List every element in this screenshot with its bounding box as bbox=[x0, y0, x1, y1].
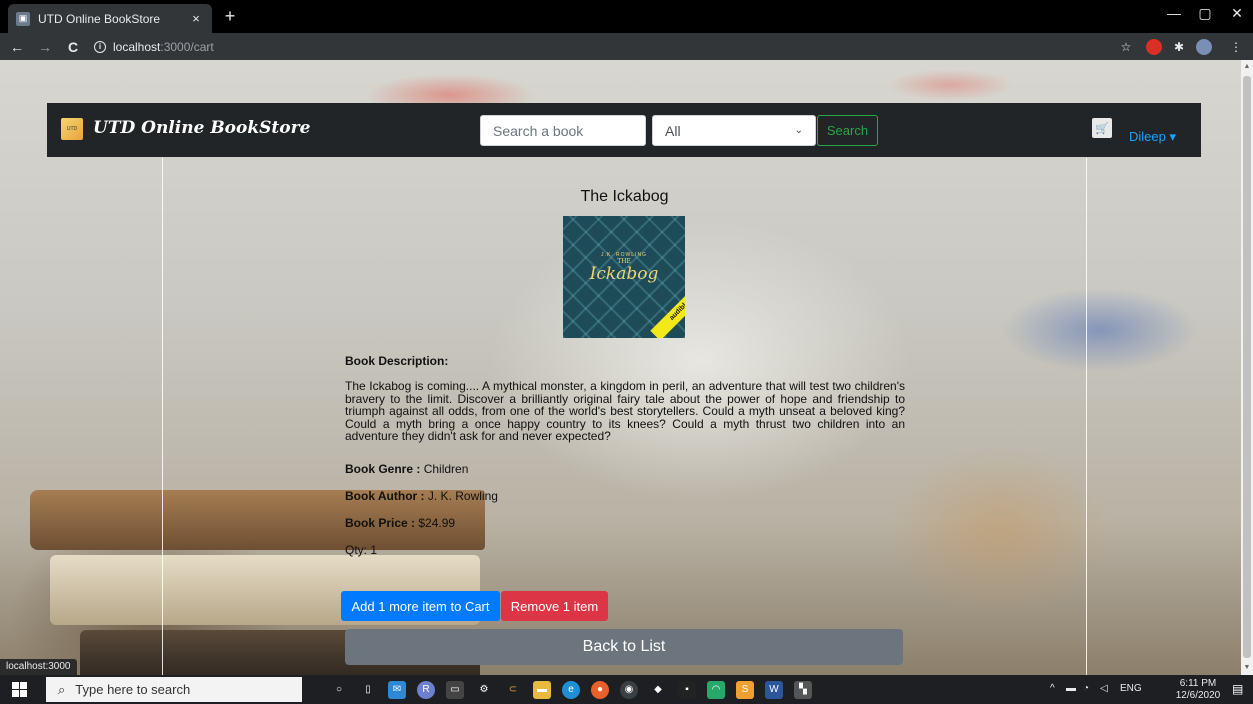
cover-title-text: Ickabog bbox=[589, 264, 659, 284]
taskbar-search-placeholder: Type here to search bbox=[75, 682, 191, 697]
user-dropdown[interactable]: Dileep ▾ bbox=[1129, 129, 1176, 145]
genre-selected-value: All bbox=[665, 122, 681, 139]
book-description: The Ickabog is coming.... A mythical mon… bbox=[345, 379, 905, 444]
page-scrollbar[interactable]: ▲ ▼ bbox=[1241, 60, 1253, 675]
maximize-button[interactable]: ▢ bbox=[1190, 5, 1220, 22]
new-tab-button[interactable]: + bbox=[219, 5, 241, 27]
wifi-icon[interactable]: ◔ bbox=[1083, 683, 1089, 694]
back-icon[interactable]: ← bbox=[6, 39, 28, 55]
price-value: $24.99 bbox=[418, 516, 456, 530]
browser-toolbar: ← → C i localhost:3000/cart bbox=[0, 33, 1253, 60]
remove-item-button[interactable]: Remove 1 item bbox=[501, 591, 608, 621]
windows-start-icon[interactable] bbox=[12, 682, 27, 697]
info-icon[interactable]: i bbox=[94, 40, 106, 53]
url-bar[interactable]: i localhost:3000/cart bbox=[94, 37, 1104, 56]
scroll-thumb[interactable] bbox=[1243, 76, 1251, 658]
genre-line: Book Genre : Children bbox=[345, 462, 468, 476]
clock-time: 6:11 PM bbox=[1179, 678, 1217, 689]
genre-label: Book Genre : bbox=[345, 462, 421, 476]
genre-value: Children bbox=[423, 462, 469, 476]
author-line: Book Author : J. K. Rowling bbox=[345, 489, 498, 503]
mail-icon[interactable]: ✉ bbox=[388, 681, 406, 699]
url-host: localhost bbox=[113, 39, 161, 54]
cmd-icon[interactable]: ▪ bbox=[678, 681, 696, 699]
terminal-icon[interactable]: ▭ bbox=[446, 681, 464, 699]
brand-name[interactable]: UTD Online BookStore bbox=[93, 118, 310, 138]
tray-arrow-icon[interactable]: ^ bbox=[1050, 683, 1055, 694]
scroll-down-icon[interactable]: ▼ bbox=[1241, 661, 1253, 675]
sublime-icon[interactable]: S bbox=[736, 681, 754, 699]
price-label: Book Price : bbox=[345, 516, 416, 530]
cortana-icon[interactable]: ○ bbox=[330, 681, 348, 699]
tab-close-icon[interactable]: × bbox=[188, 11, 204, 26]
price-line: Book Price : $24.99 bbox=[345, 516, 455, 530]
puzzle-extension-icon[interactable]: ✱ bbox=[1171, 39, 1187, 55]
status-bar-url: localhost:3000 bbox=[0, 659, 77, 675]
taskbar-search[interactable]: ⌕ Type here to search bbox=[46, 677, 302, 702]
clock-date: 12/6/2020 bbox=[1175, 690, 1221, 701]
browser-tabstrip: ▣ UTD Online BookStore × + — ▢ ✕ bbox=[0, 0, 1253, 33]
description-heading: Book Description: bbox=[345, 354, 449, 368]
app-green-icon[interactable]: ◠ bbox=[707, 681, 725, 699]
book-title: The Ickabog bbox=[580, 188, 669, 205]
network-app-icon[interactable]: ▚ bbox=[794, 681, 812, 699]
book-cover-image: J.K. ROWLING THE Ickabog audible bbox=[563, 216, 685, 338]
site-navbar: UTD UTD Online BookStore All ⌄ Search 🛒 … bbox=[47, 103, 1201, 157]
windows-taskbar: ⌕ Type here to search ○ ▯ ✉ R ▭ ⚙ ⊂ ▬ e … bbox=[0, 675, 1253, 704]
back-to-list-button[interactable]: Back to List bbox=[345, 629, 903, 665]
profile-avatar-icon[interactable] bbox=[1196, 39, 1212, 55]
brand-logo-icon[interactable]: UTD bbox=[61, 118, 83, 140]
browser-menu-icon[interactable]: ⋮ bbox=[1228, 39, 1244, 55]
reload-icon[interactable]: C bbox=[62, 39, 84, 55]
chevron-down-icon: ⌄ bbox=[794, 125, 803, 136]
vscode-icon[interactable]: ◆ bbox=[649, 681, 667, 699]
add-to-cart-button[interactable]: Add 1 more item to Cart bbox=[341, 591, 500, 621]
volume-icon[interactable]: ◁ bbox=[1100, 683, 1108, 694]
author-label: Book Author : bbox=[345, 489, 425, 503]
favicon-icon: ▣ bbox=[16, 11, 30, 26]
taskbar-clock[interactable]: 6:11 PM 12/6/2020 bbox=[1170, 678, 1226, 702]
forward-icon[interactable]: → bbox=[34, 39, 56, 55]
chrome-icon[interactable]: ◉ bbox=[620, 681, 638, 699]
minimize-button[interactable]: — bbox=[1159, 5, 1189, 21]
quantity-text: Qty: 1 bbox=[345, 543, 378, 557]
notification-icon[interactable]: ▤ bbox=[1232, 682, 1246, 696]
bookmark-star-icon[interactable]: ☆ bbox=[1118, 39, 1134, 55]
search-icon: ⌕ bbox=[58, 681, 66, 697]
author-value: J. K. Rowling bbox=[427, 489, 498, 503]
url-path: :3000/cart bbox=[160, 39, 214, 54]
app-icon[interactable]: ⊂ bbox=[504, 681, 522, 699]
settings-gear-icon[interactable]: ⚙ bbox=[475, 681, 493, 699]
file-explorer-icon[interactable]: ▬ bbox=[533, 681, 551, 699]
word-icon[interactable]: W bbox=[765, 681, 783, 699]
language-indicator[interactable]: ENG bbox=[1120, 683, 1142, 694]
close-window-button[interactable]: ✕ bbox=[1222, 5, 1252, 22]
adblock-extension-icon[interactable] bbox=[1146, 39, 1162, 55]
battery-icon[interactable]: ▬ bbox=[1066, 683, 1076, 694]
search-button[interactable]: Search bbox=[817, 115, 878, 146]
task-view-icon[interactable]: ▯ bbox=[359, 681, 377, 699]
page-viewport: UTD UTD Online BookStore All ⌄ Search 🛒 … bbox=[0, 60, 1241, 675]
scroll-up-icon[interactable]: ▲ bbox=[1241, 60, 1253, 74]
r-app-icon[interactable]: R bbox=[417, 681, 435, 699]
browser-tab[interactable]: ▣ UTD Online BookStore × bbox=[8, 4, 212, 33]
cart-icon[interactable]: 🛒 bbox=[1092, 118, 1112, 138]
edge-icon[interactable]: e bbox=[562, 681, 580, 699]
tab-title: UTD Online BookStore bbox=[38, 11, 161, 26]
firefox-icon[interactable]: ● bbox=[591, 681, 609, 699]
book-search-input[interactable] bbox=[480, 115, 646, 146]
genre-select[interactable]: All ⌄ bbox=[652, 115, 816, 146]
